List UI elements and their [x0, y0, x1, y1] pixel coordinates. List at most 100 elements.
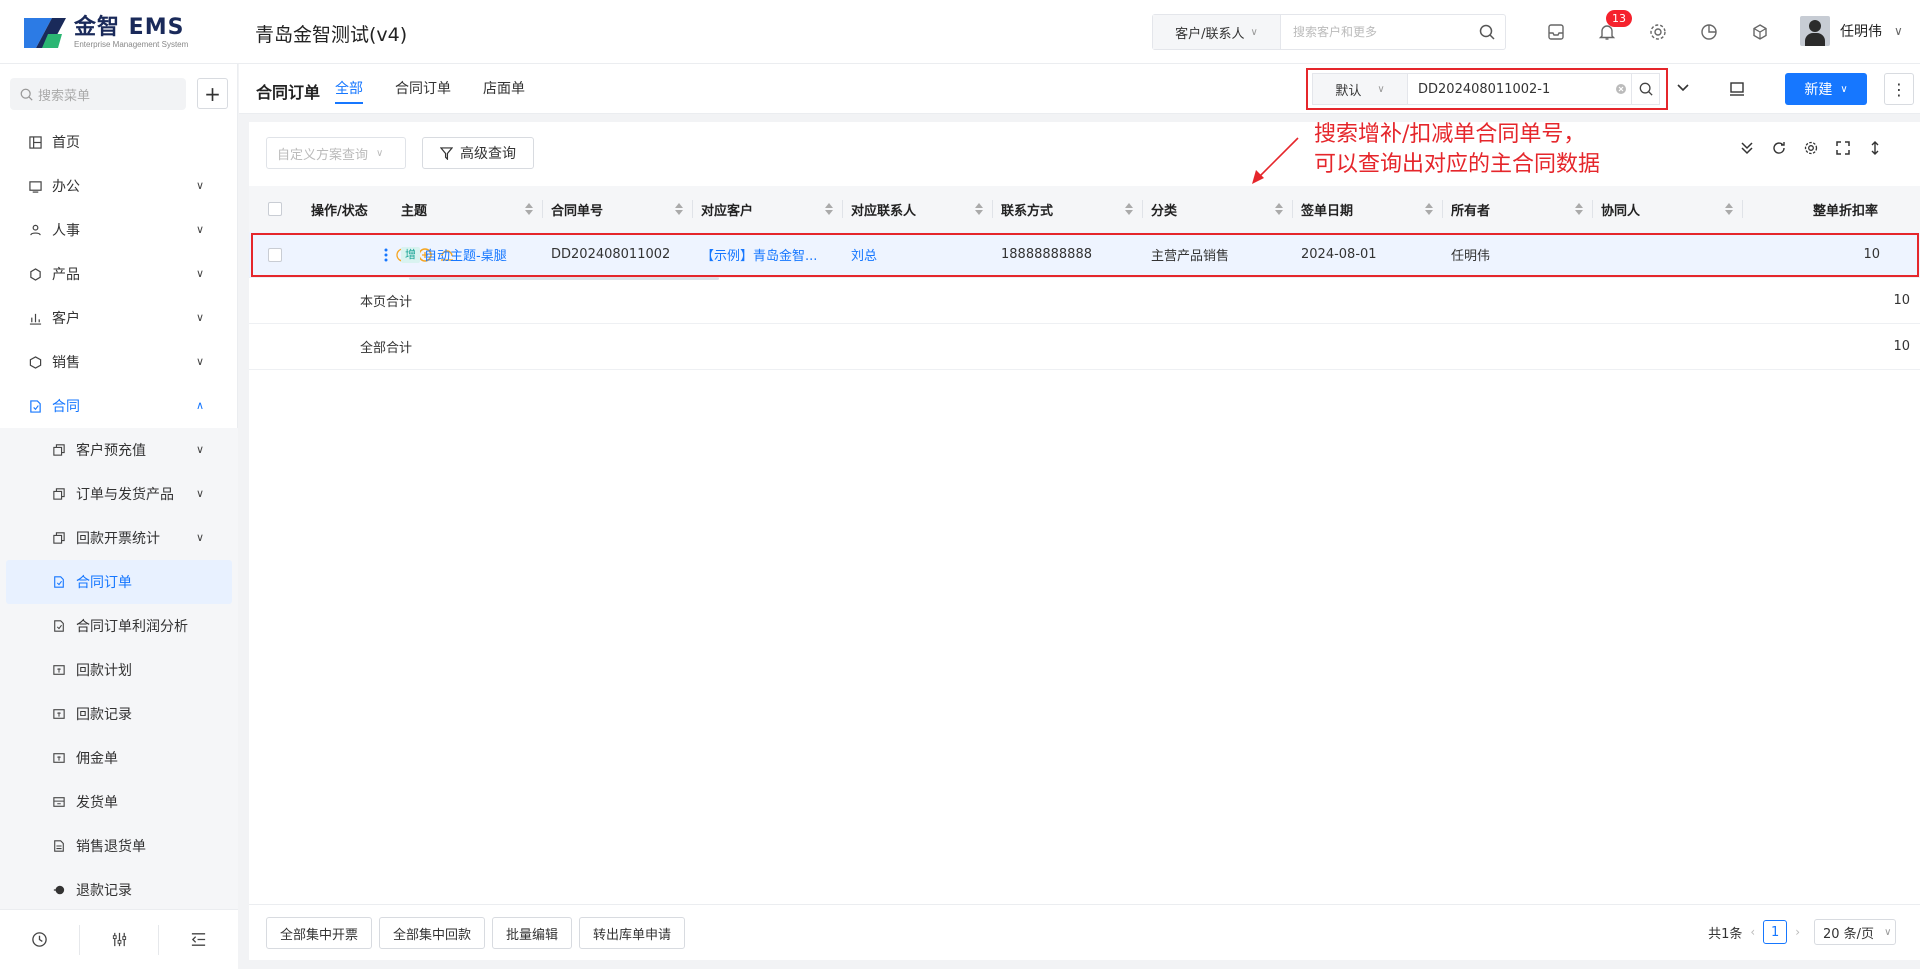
- owner-cell: 任明伟: [1451, 249, 1491, 264]
- pie-chart-icon[interactable]: [1693, 16, 1725, 48]
- sidebar-item-commission[interactable]: 佣金单: [0, 736, 238, 780]
- chevron-down-icon[interactable]: [1676, 81, 1690, 99]
- collapse-menu-icon[interactable]: [159, 925, 238, 955]
- sidebar-item-product[interactable]: 产品 ∨: [0, 252, 238, 296]
- search-icon[interactable]: [1631, 74, 1659, 104]
- advanced-query-button[interactable]: 高级查询: [422, 137, 534, 169]
- table-row[interactable]: 增 自动主题-桌腿 DD202408011002 【示例】青岛金智... 刘总 …: [249, 232, 1920, 280]
- column-header-label: 协同人: [1601, 203, 1641, 219]
- sort-icon[interactable]: [825, 203, 833, 215]
- column-header[interactable]: 整单折扣率: [1743, 186, 1890, 232]
- column-header[interactable]: 签单日期: [1293, 186, 1443, 232]
- logo[interactable]: 金智 EMS Enterprise Management System: [22, 14, 188, 52]
- orders-table: 操作/状态 主题 合同单号 对应客户 对应联系人 联系方式 分类 签单日期 所有…: [249, 186, 1920, 370]
- order-search-input[interactable]: [1408, 74, 1611, 104]
- sidebar-item-sales-return[interactable]: 销售退货单: [0, 824, 238, 868]
- table-footer: 全部集中开票 全部集中回款 批量编辑 转出库单申请 共1条 ‹ 1 › 20 条…: [249, 904, 1920, 960]
- cube-icon[interactable]: [1744, 16, 1776, 48]
- sort-icon[interactable]: [1425, 203, 1433, 215]
- column-header[interactable]: 对应联系人: [843, 186, 993, 232]
- page-total-label: 本页合计: [360, 295, 413, 310]
- user-menu[interactable]: 任明伟 ∨: [1800, 16, 1903, 46]
- fullscreen-icon[interactable]: [1835, 140, 1851, 156]
- subject-link[interactable]: 自动主题-桌腿: [424, 245, 507, 264]
- contact-cell[interactable]: 刘总: [843, 245, 993, 264]
- tab-all[interactable]: 全部: [335, 64, 363, 114]
- sort-icon[interactable]: [525, 203, 533, 215]
- column-header[interactable]: 联系方式: [993, 186, 1143, 232]
- sort-icon[interactable]: [1125, 203, 1133, 215]
- sidebar-item-sales[interactable]: 销售 ∨: [0, 340, 238, 384]
- prev-page-icon[interactable]: ‹: [1750, 925, 1755, 939]
- sidebar-item-office[interactable]: 办公 ∨: [0, 164, 238, 208]
- select-all-checkbox[interactable]: [268, 202, 282, 216]
- clear-icon[interactable]: [1611, 74, 1631, 104]
- row-checkbox[interactable]: [268, 247, 282, 262]
- sidebar-item-payment-records[interactable]: 回款记录: [0, 692, 238, 736]
- sidebar-item-payment-invoice-stats[interactable]: 回款开票统计 ∨: [0, 516, 238, 560]
- sidebar-item-delivery[interactable]: 发货单: [0, 780, 238, 824]
- sort-icon[interactable]: [1275, 203, 1283, 215]
- refresh-icon[interactable]: [1771, 140, 1787, 156]
- gear-icon[interactable]: [1642, 16, 1674, 48]
- column-header[interactable]: 对应客户: [693, 186, 843, 232]
- search-scope-select[interactable]: 默认 ∨: [1313, 74, 1408, 104]
- sidebar-item-contract-orders[interactable]: 合同订单: [6, 560, 232, 604]
- customer-link[interactable]: 【示例】青岛金智...: [701, 245, 817, 264]
- printer-icon[interactable]: [1723, 78, 1751, 100]
- batch-edit-button[interactable]: 批量编辑: [492, 917, 573, 949]
- sliders-icon[interactable]: [80, 924, 160, 955]
- tab-store-orders[interactable]: 店面单: [483, 64, 525, 114]
- sidebar-item-contract[interactable]: 合同 ∧: [0, 384, 238, 428]
- sort-icon[interactable]: [1725, 203, 1733, 215]
- sort-icon[interactable]: [975, 203, 983, 215]
- sort-icon[interactable]: [675, 203, 683, 215]
- outbound-request-button[interactable]: 转出库单申请: [579, 917, 686, 949]
- sidebar-item-payment-plan[interactable]: 回款计划: [0, 648, 238, 692]
- column-header[interactable]: 主题: [393, 186, 543, 232]
- gear-icon[interactable]: [1803, 140, 1819, 156]
- inbox-icon[interactable]: [1540, 16, 1572, 48]
- column-header[interactable]: 所有者: [1443, 186, 1593, 232]
- sidebar-item-customer[interactable]: 客户 ∨: [0, 296, 238, 340]
- chevron-down-icon: ∨: [195, 179, 204, 192]
- double-chevron-down-icon[interactable]: [1739, 140, 1755, 156]
- sidebar-item-profit-analysis[interactable]: 合同订单利润分析: [0, 604, 238, 648]
- add-menu-button[interactable]: +: [197, 78, 228, 109]
- sidebar-menu: 首页 办公 ∨ 人事 ∨ 产品 ∨ 客户 ∨ 销售 ∨ 合同 ∧ 客户预充值 ∨…: [0, 120, 238, 912]
- sidebar-item-home[interactable]: 首页: [0, 120, 238, 164]
- sidebar-item-orders-products[interactable]: 订单与发货产品 ∨: [0, 472, 238, 516]
- sidebar-item-prepay[interactable]: 客户预充值 ∨: [0, 428, 238, 472]
- history-icon[interactable]: [0, 924, 80, 955]
- page-number[interactable]: 1: [1763, 920, 1788, 944]
- bell-icon[interactable]: 13: [1591, 10, 1632, 48]
- page-size-select[interactable]: 20 条/页 ∨: [1814, 919, 1896, 945]
- search-type-select[interactable]: 客户/联系人 ∨: [1153, 15, 1281, 49]
- row-height-icon[interactable]: [1867, 140, 1883, 156]
- custom-filter-placeholder: 自定义方案查询: [277, 147, 369, 163]
- column-header[interactable]: 分类: [1143, 186, 1293, 232]
- global-search-input[interactable]: [1281, 15, 1469, 49]
- column-header-label: 整单折扣率: [1812, 203, 1878, 219]
- page-size-label: 20 条/页: [1823, 926, 1875, 942]
- sort-icon[interactable]: [1575, 203, 1583, 215]
- subject-cell[interactable]: 增 自动主题-桌腿: [393, 245, 543, 264]
- tab-contract-orders[interactable]: 合同订单: [395, 64, 451, 114]
- sidebar-item-refund[interactable]: 退款记录: [0, 868, 238, 912]
- new-button[interactable]: 新建 ∨: [1785, 73, 1867, 105]
- sidebar-item-hr[interactable]: 人事 ∨: [0, 208, 238, 252]
- column-header[interactable]: 协同人: [1593, 186, 1743, 232]
- next-page-icon[interactable]: ›: [1795, 925, 1800, 939]
- contact-link[interactable]: 刘总: [851, 245, 877, 264]
- chevron-down-icon: ∨: [1250, 26, 1258, 38]
- customer-cell[interactable]: 【示例】青岛金智...: [693, 245, 843, 264]
- batch-invoice-button[interactable]: 全部集中开票: [266, 917, 373, 949]
- logo-subtitle: Enterprise Management System: [74, 40, 189, 49]
- menu-search-input[interactable]: 搜索菜单: [10, 78, 186, 110]
- custom-filter-select[interactable]: 自定义方案查询 ∨: [266, 137, 406, 169]
- batch-payment-button[interactable]: 全部集中回款: [379, 917, 486, 949]
- column-header[interactable]: 合同单号: [543, 186, 693, 232]
- more-vertical-icon[interactable]: [383, 247, 389, 263]
- search-icon[interactable]: [1469, 15, 1505, 49]
- more-options-button[interactable]: ⋮: [1884, 73, 1914, 105]
